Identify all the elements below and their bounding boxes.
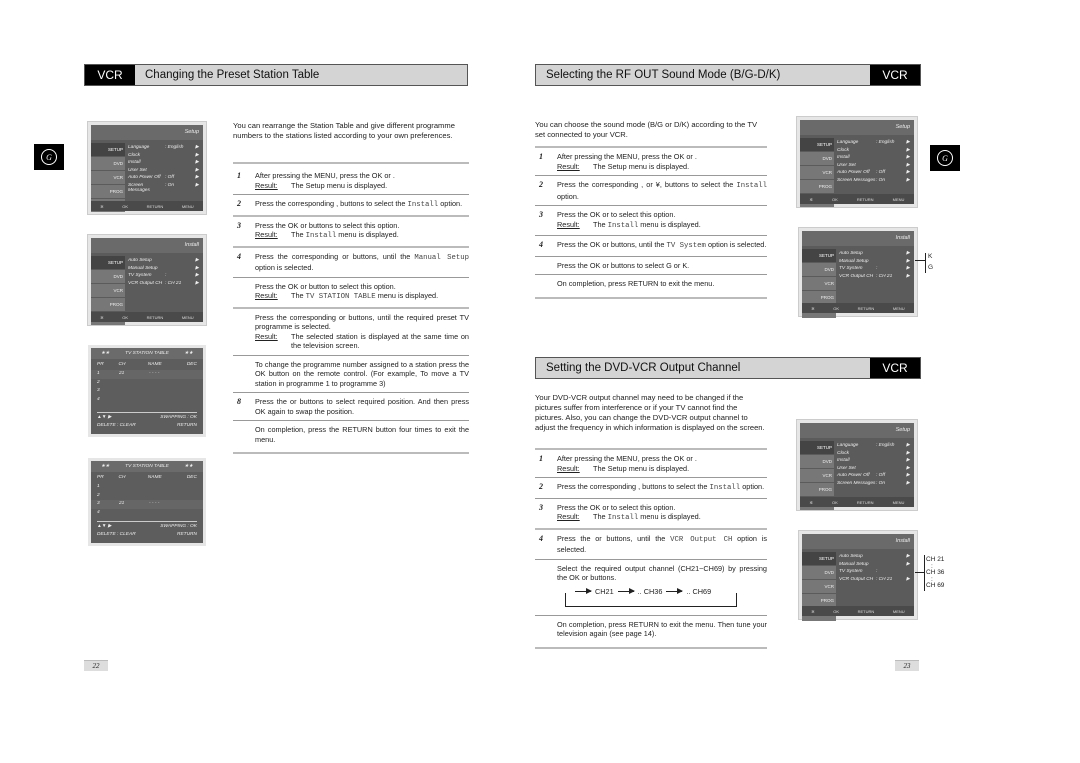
step: Press the OK or buttons to select G or K…	[535, 255, 767, 275]
channel-cycle-diagram: CH21.. CH36.. CH69	[565, 586, 745, 609]
step: 1 After pressing the MENU, press the OK o…	[535, 146, 767, 175]
steps-list-output: 1 After pressing the MENU, press the OK o…	[535, 448, 767, 649]
page-number-left: 22	[84, 660, 108, 671]
language-badge: G	[34, 144, 64, 170]
table-row: 1	[97, 484, 100, 489]
step: On completion, press RETURN to exit the …	[535, 274, 767, 293]
page-number-right: 23	[895, 660, 919, 671]
callout-bracket	[925, 253, 926, 273]
osd-tab-setup: SETUP	[91, 143, 125, 156]
osd-install-menu: Install SETUPDVDVCRPROGFUNC Auto Setup▶ …	[87, 234, 207, 326]
vcr-tag: VCR	[85, 65, 135, 85]
table-row: 3	[97, 388, 100, 393]
step: 4 Press the corresponding or buttons, unt…	[233, 245, 469, 277]
step: 2 Press the corresponding , or ¥, buttons…	[535, 175, 767, 205]
section-header-preset-table: VCR Changing the Preset Station Table	[84, 64, 468, 86]
arrow-icon	[575, 587, 592, 594]
table-row: 4	[97, 396, 100, 402]
step: 4 Press the OK or buttons, until the TV S…	[535, 235, 767, 256]
osd-install-menu-right-2: Install SETUPDVDVCRPROGFUNC Auto Setup▶ …	[798, 530, 918, 621]
g-circle-icon: G	[41, 149, 57, 165]
g-circle-icon: G	[937, 150, 953, 166]
annotation-ch36: CH 36	[926, 569, 945, 576]
section-header-output-channel: Setting the DVD-VCR Output Channel VCR	[535, 357, 921, 379]
osd-tab-dvd: DVD	[91, 157, 125, 170]
osd-footer: ✲ OK RETURN MENU	[91, 201, 203, 211]
callout-line	[915, 260, 925, 261]
steps-list-rf: 1 After pressing the MENU, press the OK o…	[535, 146, 767, 299]
osd-item: TV System: ▶	[128, 273, 199, 278]
annotation-ch69: CH 69	[926, 582, 945, 589]
osd-item: Language: English ▶	[128, 145, 199, 150]
step: 2 Press the corresponding , buttons to se…	[535, 477, 767, 498]
step: 8 Press the or buttons to select required…	[233, 392, 469, 420]
step: To change the programme number assigned …	[233, 354, 469, 393]
osd-item: Clock ▶	[128, 152, 199, 158]
step: Press the OK or button to select this op…	[233, 276, 469, 307]
osd-tab-prog: PROG	[91, 185, 125, 198]
language-badge: G	[930, 145, 960, 171]
osd-item: User Set ▶	[128, 167, 199, 173]
annotation-ch21: CH 21	[926, 556, 945, 563]
table-row: 2	[97, 492, 100, 498]
osd-tab-vcr: VCR	[91, 171, 125, 184]
osd-station-table-a: ★★ TV STATION TABLE ★★ PR CH NAME DEC 1 21- - …	[88, 345, 206, 437]
osd-install-menu-right: Install SETUPDVDVCRPROGFUNC Auto Setup▶ …	[798, 227, 918, 318]
table-row: 3 21- - - -	[91, 500, 203, 509]
osd-item: Auto Setup ▶	[128, 258, 199, 263]
osd-station-table-b: ★★ TV STATION TABLE ★★ PR CH NAME DEC 1 2 3 21…	[88, 458, 206, 546]
arrow-icon	[666, 587, 684, 594]
step: 1 After pressing the MENU, press the OK o…	[535, 448, 767, 477]
osd-item: Manual Setup ▶	[128, 265, 199, 271]
section-header-rf-out: Selecting the RF OUT Sound Mode (B/G-D/K…	[535, 64, 921, 86]
intro-text: Your DVD-VCR output channel may need to …	[535, 393, 765, 432]
osd-item: Screen Messages: On ▶	[128, 182, 199, 193]
table-row: 1 21- - - -	[91, 370, 203, 379]
osd-item: Install ▶	[128, 160, 199, 165]
arrow-icon	[617, 587, 635, 594]
annotation-k: K	[928, 253, 933, 260]
osd-setup-menu: Setup SETUP DVD VCR PROG FUNC Language: …	[87, 121, 207, 215]
osd-item: VCR Output CH: CH 21 ▶	[128, 280, 199, 286]
step: Select the required output channel (CH21…	[535, 558, 767, 615]
step: 3 Press the OK or buttons to select this …	[233, 214, 469, 246]
osd-setup-menu-right: Setup SETUPDVDVCRPROGFUNC Language: Engl…	[796, 116, 918, 208]
callout-bracket	[924, 555, 925, 591]
table-row: 4	[97, 509, 100, 515]
step: 1 After pressing the MENU, press the OK o…	[233, 162, 469, 194]
annotation-g: G	[928, 264, 934, 271]
table-row: 2	[97, 379, 100, 385]
intro-text: You can rearrange the Station Table and …	[233, 121, 455, 140]
step: 3 Press the OK or to select this option. R…	[535, 497, 767, 528]
step: 4 Press the or buttons, until the VCR Out…	[535, 527, 767, 559]
osd-setup-menu-right-2: Setup SETUPDVDVCRPROGFUNC Language: Engl…	[796, 419, 918, 511]
osd-item: Auto Power Off: Off ▶	[128, 175, 199, 180]
steps-list-left: 1 After pressing the MENU, press the OK o…	[233, 162, 469, 454]
step: On completion, press the RETURN button f…	[233, 420, 469, 448]
step: On completion, press RETURN to exit the …	[535, 614, 767, 643]
section-title: Changing the Preset Station Table	[145, 69, 320, 81]
osd-title: Setup	[91, 125, 203, 140]
intro-text: You can choose the sound mode (B/G or D/…	[535, 120, 758, 139]
step: 3 Press the OK or to select this option. R…	[535, 205, 767, 235]
step: 2 Press the corresponding , buttons to se…	[233, 194, 469, 215]
step: Press the corresponding or buttons, unti…	[233, 306, 469, 355]
